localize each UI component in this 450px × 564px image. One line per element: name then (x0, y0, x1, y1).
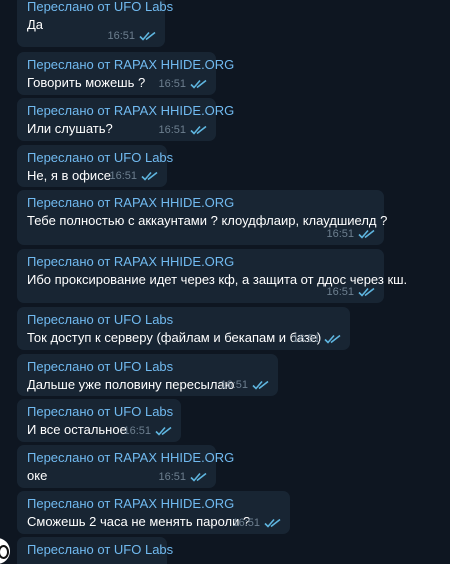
double-check-icon (358, 229, 375, 239)
double-check-icon (358, 287, 375, 297)
message-bubble[interactable]: Переслано от UFO Labs Да 16:51 (17, 0, 173, 47)
message-meta: 16:51 (158, 471, 208, 483)
message-meta: 16:51 (123, 425, 173, 437)
message-time: 16:51 (220, 379, 248, 391)
message-meta: 16:51 (107, 30, 157, 42)
message-meta: 16:51 (326, 286, 376, 298)
message-text: Ибо проксирование идет через кф, а защит… (27, 272, 408, 287)
message-text: Тебе полностью с аккаунтами ? клоудфлаир… (27, 213, 388, 228)
message-bubble[interactable]: Переслано от UFO Labs И все остальное 16… (17, 399, 181, 442)
double-check-icon (190, 79, 207, 89)
double-check-icon (264, 518, 281, 528)
message-time: 16:51 (232, 517, 260, 529)
message-time: 16:51 (326, 286, 354, 298)
double-check-icon (139, 31, 156, 41)
message-time: 16:51 (158, 78, 186, 90)
message-meta: 16:51 (220, 379, 270, 391)
message-bubble[interactable]: Переслано от RAPAX HHIDE.ORG оке 16:51 (17, 445, 234, 488)
user-avatar-icon[interactable] (0, 538, 10, 564)
forwarded-header[interactable]: Переслано от UFO Labs (27, 150, 173, 166)
message-time: 16:51 (326, 228, 354, 240)
message-time: 16:51 (109, 170, 137, 182)
message-bubble[interactable]: Переслано от RAPAX HHIDE.ORG Говорить мо… (17, 52, 234, 95)
message-bubble[interactable]: Переслано от UFO Labs Ток доступ к серве… (17, 307, 350, 350)
forwarded-header[interactable]: Переслано от RAPAX HHIDE.ORG (27, 57, 234, 73)
message-time: 16:51 (158, 124, 186, 136)
message-time: 16:51 (292, 333, 320, 345)
message-bubble[interactable]: Переслано от UFO Labs Дальше уже половин… (17, 354, 278, 396)
message-bubble[interactable]: Переслано от RAPAX HHIDE.ORG Ибо проксир… (17, 249, 408, 303)
message-bubble[interactable]: Переслано от UFO Labs (17, 537, 173, 564)
double-check-icon (155, 426, 172, 436)
forwarded-header[interactable]: Переслано от UFO Labs (27, 542, 173, 558)
forwarded-header[interactable]: Переслано от RAPAX HHIDE.ORG (27, 450, 234, 466)
message-bubble[interactable]: Переслано от RAPAX HHIDE.ORG Сможешь 2 ч… (17, 491, 290, 534)
forwarded-header[interactable]: Переслано от RAPAX HHIDE.ORG (27, 103, 234, 119)
double-check-icon (252, 380, 269, 390)
forwarded-header[interactable]: Переслано от RAPAX HHIDE.ORG (27, 496, 280, 512)
message-meta: 16:51 (158, 78, 208, 90)
double-check-icon (141, 171, 158, 181)
forwarded-header[interactable]: Переслано от UFO Labs (27, 0, 173, 15)
message-bubble[interactable]: Переслано от RAPAX HHIDE.ORG Или слушать… (17, 98, 234, 141)
message-meta: 16:51 (326, 228, 376, 240)
forwarded-header[interactable]: Переслано от RAPAX HHIDE.ORG (27, 254, 374, 270)
forwarded-header[interactable]: Переслано от UFO Labs (27, 359, 268, 375)
message-meta: 16:51 (232, 517, 282, 529)
message-meta: 16:51 (292, 333, 342, 345)
message-bubble[interactable]: Переслано от RAPAX HHIDE.ORG Тебе полнос… (17, 190, 388, 245)
message-time: 16:51 (123, 425, 151, 437)
double-check-icon (190, 125, 207, 135)
message-meta: 16:51 (158, 124, 208, 136)
forwarded-header[interactable]: Переслано от UFO Labs (27, 404, 173, 420)
message-bubble[interactable]: Переслано от UFO Labs Не, я в офисе 16:5… (17, 145, 173, 187)
forwarded-header[interactable]: Переслано от RAPAX HHIDE.ORG (27, 195, 374, 211)
double-check-icon (324, 334, 341, 344)
forwarded-header[interactable]: Переслано от UFO Labs (27, 312, 340, 328)
message-time: 16:51 (158, 471, 186, 483)
chat-message-area[interactable]: Переслано от UFO Labs Да 16:51 Переслано… (0, 0, 450, 564)
message-time: 16:51 (107, 30, 135, 42)
double-check-icon (190, 472, 207, 482)
message-meta: 16:51 (109, 170, 159, 182)
